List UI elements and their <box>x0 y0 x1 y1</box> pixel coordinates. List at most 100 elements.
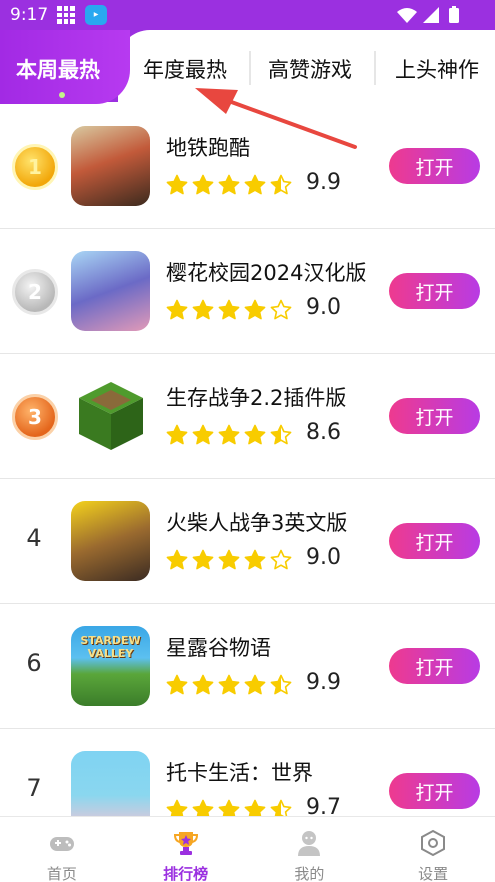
game-name[interactable]: 地铁跑酷 <box>166 132 250 162</box>
status-icons <box>397 6 459 23</box>
star-half-icon <box>270 424 292 445</box>
star-full-icon <box>166 799 188 816</box>
star-half-icon <box>270 799 292 816</box>
medal-icon: 2 <box>12 269 58 315</box>
star-full-icon <box>166 299 188 320</box>
star-rating <box>166 174 292 196</box>
open-button[interactable]: 打开 <box>389 523 480 559</box>
star-full-icon <box>244 549 266 570</box>
gamepad-icon <box>49 837 74 851</box>
tab-addictive[interactable]: 上头神作 <box>395 54 479 84</box>
star-rating <box>166 674 292 696</box>
list-item[interactable]: 1 地铁跑酷 9.9 打开 <box>0 104 495 229</box>
tab-divider <box>374 51 376 85</box>
medal-icon: 1 <box>12 144 58 190</box>
star-rating <box>166 299 292 321</box>
star-full-icon <box>218 674 240 695</box>
star-full-icon <box>244 799 266 816</box>
game-name[interactable]: 樱花校园2024汉化版 <box>166 257 366 287</box>
nav-settings[interactable]: 设置 <box>371 817 495 882</box>
grid-icon <box>57 6 75 24</box>
tab-weekly-hot[interactable]: 本周最热 <box>16 54 100 84</box>
rank-medal-gold: 1 <box>12 144 58 190</box>
game-name[interactable]: 星露谷物语 <box>166 632 271 662</box>
star-full-icon <box>192 549 214 570</box>
ranking-tabs: 本周最热 年度最热 高赞游戏 上头神作 <box>0 30 495 104</box>
nav-home[interactable]: 首页 <box>0 817 124 882</box>
star-full-icon <box>192 674 214 695</box>
list-item[interactable]: 3 生存战争2.2插件版 8.6 打开 <box>0 354 495 479</box>
app-notification-icon: ▶ <box>85 5 107 25</box>
rating-score: 8.6 <box>306 420 341 445</box>
stardew-valley-icon[interactable]: STARDEW VALLEY <box>71 626 150 706</box>
bottom-navigation: 首页 排行榜 我的 设置 <box>0 816 495 882</box>
rating-score: 9.0 <box>306 295 341 320</box>
star-full-icon <box>218 174 240 195</box>
settings-hex-icon <box>421 829 446 857</box>
list-item[interactable]: 4 火柴人战争3英文版 9.0 打开 <box>0 479 495 604</box>
status-time: 9:17 <box>10 5 49 25</box>
tab-yearly-hot[interactable]: 年度最热 <box>143 54 227 84</box>
star-rating <box>166 549 292 571</box>
list-item[interactable]: 2 樱花校园2024汉化版 9.0 打开 <box>0 229 495 354</box>
medal-icon: 3 <box>12 394 58 440</box>
nav-mine-label: 我的 <box>294 865 325 882</box>
subway-surfers-icon[interactable] <box>71 126 150 206</box>
game-name[interactable]: 火柴人战争3英文版 <box>166 507 347 537</box>
star-full-icon <box>244 424 266 445</box>
sakura-school-icon[interactable] <box>71 251 150 331</box>
star-full-icon <box>244 174 266 195</box>
open-button[interactable]: 打开 <box>389 773 480 809</box>
rating-score: 9.9 <box>306 670 341 695</box>
star-rating <box>166 424 292 446</box>
star-full-icon <box>192 424 214 445</box>
rank-medal-bronze: 3 <box>12 394 58 440</box>
tab-top-rated[interactable]: 高赞游戏 <box>268 54 352 84</box>
open-button[interactable]: 打开 <box>389 273 480 309</box>
star-full-icon <box>244 674 266 695</box>
star-empty-icon <box>270 299 292 320</box>
nav-mine[interactable]: 我的 <box>248 817 372 882</box>
star-full-icon <box>218 549 240 570</box>
star-half-icon <box>270 674 292 695</box>
star-full-icon <box>166 674 188 695</box>
star-full-icon <box>244 299 266 320</box>
status-bar: 9:17 ▶ <box>0 0 495 30</box>
star-half-icon <box>270 174 292 195</box>
rank-number: 4 <box>26 524 42 552</box>
star-full-icon <box>166 549 188 570</box>
stardew-logo-text: STARDEW VALLEY <box>80 634 141 660</box>
open-button[interactable]: 打开 <box>389 398 480 434</box>
star-rating <box>166 799 292 816</box>
rank-medal-silver: 2 <box>12 269 58 315</box>
list-item[interactable]: 6 STARDEW VALLEY 星露谷物语 9.9 打开 <box>0 604 495 729</box>
survivalcraft-icon[interactable] <box>71 376 150 456</box>
star-full-icon <box>218 299 240 320</box>
trophy-icon <box>173 832 198 855</box>
list-item[interactable]: 7 托卡生活：世界 9.7 打开 <box>0 729 495 816</box>
ranking-list: 1 地铁跑酷 9.9 打开 2 樱花校园2024汉化版 9.0 打开 3 生存战争2.2插件版 8.… <box>0 104 495 816</box>
user-icon <box>298 831 321 856</box>
star-full-icon <box>218 424 240 445</box>
tab-divider <box>249 51 251 85</box>
active-tab-indicator <box>59 92 65 98</box>
open-button[interactable]: 打开 <box>389 648 480 684</box>
star-full-icon <box>192 799 214 816</box>
nav-ranking-label: 排行榜 <box>163 865 209 882</box>
nav-ranking[interactable]: 排行榜 <box>124 817 248 882</box>
game-name[interactable]: 生存战争2.2插件版 <box>166 382 346 412</box>
star-full-icon <box>192 174 214 195</box>
star-full-icon <box>218 799 240 816</box>
stick-war-icon[interactable] <box>71 501 150 581</box>
rank-number: 7 <box>26 774 42 802</box>
star-empty-icon <box>270 549 292 570</box>
rating-score: 9.9 <box>306 170 341 195</box>
star-full-icon <box>166 174 188 195</box>
open-button[interactable]: 打开 <box>389 148 480 184</box>
rank-number: 6 <box>26 649 42 677</box>
nav-settings-label: 设置 <box>418 865 449 882</box>
toca-life-icon[interactable] <box>71 751 150 816</box>
rating-score: 9.7 <box>306 795 341 816</box>
rating-score: 9.0 <box>306 545 341 570</box>
game-name[interactable]: 托卡生活：世界 <box>166 757 313 787</box>
